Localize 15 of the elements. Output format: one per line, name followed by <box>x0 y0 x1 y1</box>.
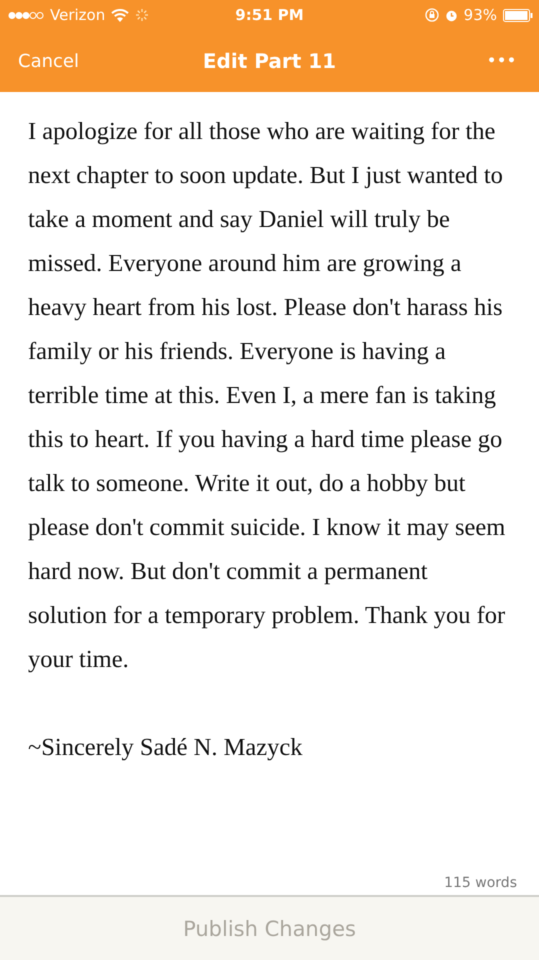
battery-icon <box>503 8 533 22</box>
more-button[interactable]: ••• <box>481 49 523 73</box>
battery-percent: 93% <box>464 6 497 24</box>
rotation-lock-icon <box>424 8 439 22</box>
alarm-icon <box>444 8 458 22</box>
signal-icon <box>8 10 44 20</box>
word-count: 115 words <box>444 875 517 891</box>
wifi-icon <box>111 8 130 22</box>
nav-title: Edit Part 11 <box>202 49 336 73</box>
body-paragraph: ~Sincerely Sadé N. Mazyck <box>28 733 304 763</box>
cancel-button[interactable]: Cancel <box>12 46 85 76</box>
body-paragraph: I apologize for all those who are waiting for the next chapter to soon update. But I just wanted to take a moment and say Daniel will truly be missed. Everyone around him are growing a heavy heart from his lost. Please don't harass his family or his friends. Everyone is having a terrible time at this. Even I, a mere fan is taking this to heart. If you having a hard time please go talk to someone. Write it out, do a hobby but please don't commit suicide. I know it may seem hard now. But don't commit a permanent solution for a temporary problem. Thank you for your time. <box>28 117 506 675</box>
status-time: 9:51 PM <box>235 6 304 24</box>
carrier-name: Verizon <box>50 6 106 24</box>
activity-spinner-icon <box>135 8 150 22</box>
